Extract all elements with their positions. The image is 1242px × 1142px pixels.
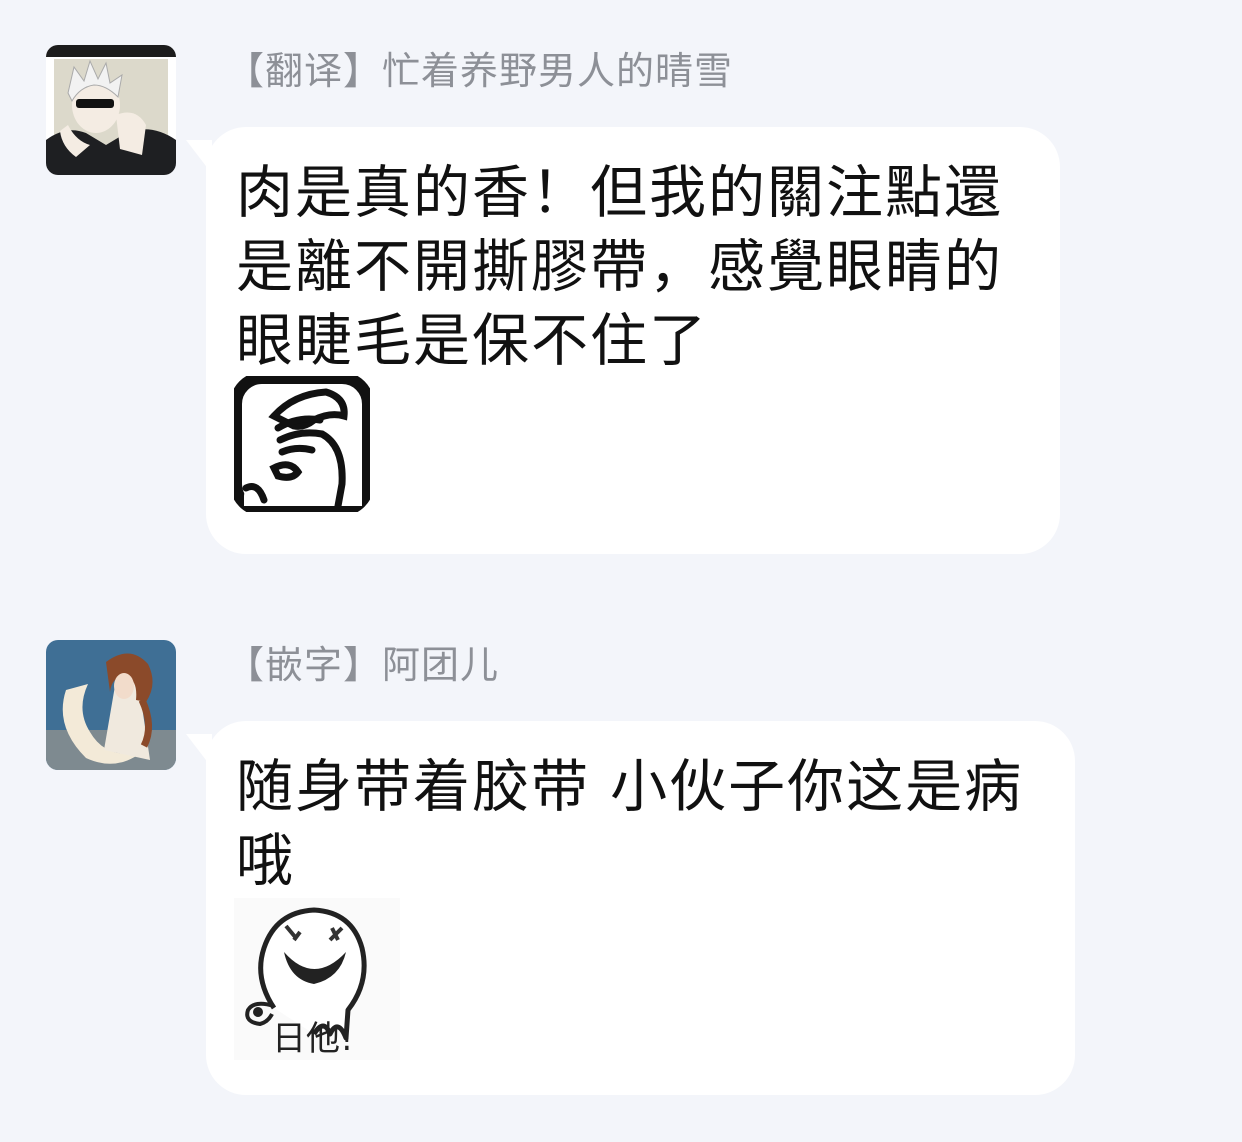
user-avatar-white-hair-icon[interactable] xyxy=(46,45,176,175)
user-avatar-moon-girl-icon[interactable] xyxy=(46,640,176,770)
author-name[interactable]: 【翻译】忙着养野男人的晴雪 xyxy=(226,46,733,96)
message-text-line: 眼睫毛是保不住了 xyxy=(236,308,708,374)
message-bubble[interactable]: 肉是真的香！但我的關注點還 是離不開撕膠帶，感覺眼睛的 眼睫毛是保不住了 xyxy=(206,127,1060,554)
message-text-line: 哦 xyxy=(236,828,295,894)
bubble-tail xyxy=(186,140,212,174)
author-name[interactable]: 【嵌字】阿团儿 xyxy=(226,640,499,690)
sticker-caption: 日他! xyxy=(272,1019,354,1059)
message-text-line: 肉是真的香！但我的關注點還 xyxy=(236,160,1003,226)
facepalm-sticker-icon[interactable] xyxy=(234,376,370,512)
message-text-line: 是離不開撕膠帶，感覺眼睛的 xyxy=(236,234,1003,300)
message-text-line: 随身带着胶带 小伙子你这是病 xyxy=(236,754,1024,820)
bubble-tail xyxy=(186,734,212,768)
laughing-ghost-sticker-icon[interactable]: 日他! xyxy=(234,898,400,1060)
message-bubble[interactable]: 随身带着胶带 小伙子你这是病 哦 日他! xyxy=(206,721,1075,1095)
